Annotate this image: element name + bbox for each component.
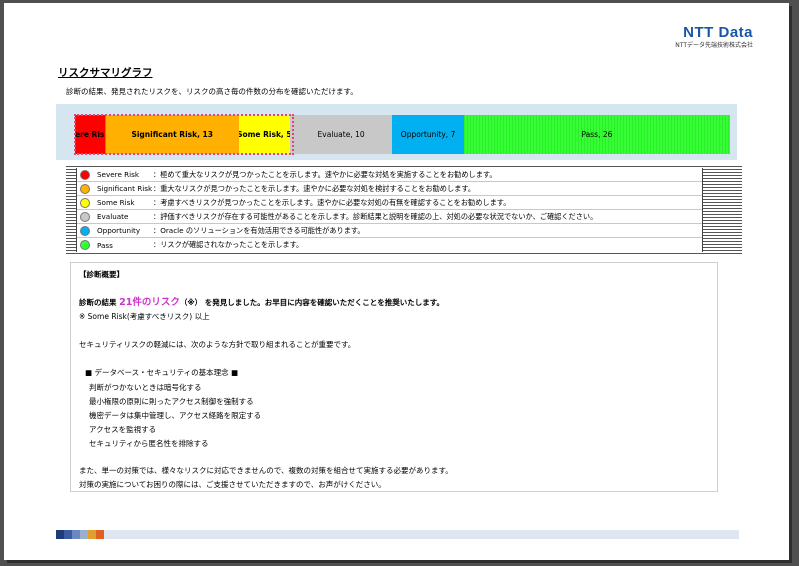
summary-risk-count: 21件のリスク	[119, 297, 180, 308]
risk-legend-table: Severe Risk ：極めて重大なリスクが見つかったことを示します。速やかに必…	[76, 168, 703, 252]
risk-legend: Severe Risk ：極めて重大なリスクが見つかったことを示します。速やかに必…	[66, 166, 742, 254]
bar-segment-pass: Pass, 26	[463, 115, 730, 154]
legend-description: ：考慮すべきリスクが見つかったことを示します。速やかに必要な対処の有無を確認する…	[153, 197, 511, 207]
legend-row-severe: Severe Risk ：極めて重大なリスクが見つかったことを示します。速やかに必…	[77, 168, 702, 182]
legend-name: Severe Risk	[97, 170, 140, 179]
diagnosis-summary-box: 【診断概要】 診断の結果 21件のリスク（※） を発見しました。お早目に内容を確…	[70, 262, 718, 492]
legend-color-dot-icon	[80, 169, 90, 180]
bar-label-opportunity: Opportunity, 7	[400, 130, 456, 139]
footer-color-block	[64, 530, 72, 539]
summary-closing-2: 対策の実施についてお困りの際には、ご支援させていただきますので、お声がけください…	[79, 480, 386, 489]
footer-color-block	[104, 530, 739, 539]
principle-item: 最小権限の原則に則ったアクセス制御を強制する	[89, 397, 254, 406]
company-logo: NTT Data NTTデータ先端技術株式会社	[675, 25, 753, 50]
page-subtitle: 診断の結果、発見されたリスクを、リスクの高さ毎の件数の分布を確認いただけます。	[66, 87, 358, 96]
summary-result-post: を発見しました。お早目に内容を確認いただくことを推奨いたします。	[202, 298, 445, 307]
summary-heading: 【診断概要】	[79, 270, 124, 279]
legend-name: Evaluate	[97, 212, 129, 221]
legend-description: ：極めて重大なリスクが見つかったことを示します。速やかに必要な対処を実施すること…	[153, 169, 497, 179]
bar-segment-opportunity: Opportunity, 7	[392, 115, 464, 154]
summary-intro: セキュリティリスクの軽減には、次のような方針で取り組まれることが重要です。	[79, 340, 356, 349]
bar-label-evaluate: Evaluate, 10	[317, 130, 365, 139]
footer-color-block	[96, 530, 104, 539]
summary-closing-1: また、単一の対策では、様々なリスクに対応できませんので、複数の対策を組合せて実施…	[79, 466, 453, 475]
legend-name: Some Risk	[97, 198, 135, 207]
logo-subtitle: NTTデータ先端技術株式会社	[675, 42, 753, 49]
principle-item: 判断がつかないときは暗号化する	[89, 383, 202, 392]
summary-result: 診断の結果 21件のリスク（※） を発見しました。お早目に内容を確認いただくこと…	[79, 294, 444, 308]
bar-segment-evaluate: Evaluate, 10	[289, 115, 393, 154]
legend-color-dot-icon	[80, 240, 90, 250]
principle-item: 機密データは集中管理し、アクセス経路を限定する	[89, 411, 262, 420]
legend-color-dot-icon	[80, 197, 90, 208]
page-title: リスクサマリグラフ	[58, 67, 153, 79]
risk-summary-chart: Severe Risk, 3 Significant Risk, 13 Some R…	[56, 104, 737, 160]
summary-result-mark: （※）	[179, 298, 203, 307]
report-page: NTT Data NTTデータ先端技術株式会社 リスクサマリグラフ 診断の結果、…	[4, 3, 789, 560]
bar-label-severe: Severe Risk, 3	[75, 130, 105, 139]
bar-label-pass: Pass, 26	[581, 130, 613, 139]
legend-color-dot-icon	[80, 183, 90, 194]
bar-segment-significant: Significant Risk, 13	[105, 115, 239, 154]
footer-color-block	[72, 530, 80, 539]
legend-row-some: Some Risk ：考慮すべきリスクが見つかったことを示します。速やかに必要な対…	[77, 196, 702, 210]
summary-result-pre: 診断の結果	[79, 298, 120, 307]
bar-segment-some: Some Risk, 5	[238, 115, 290, 154]
bar-label-some: Some Risk, 5	[238, 130, 290, 139]
legend-description: ：重大なリスクが見つかったことを示します。速やかに必要な対処を検討することをお勧…	[153, 183, 476, 193]
legend-row-significant: Significant Risk ：重大なリスクが見つかったことを示します。速やか…	[77, 182, 702, 196]
footer-color-block	[56, 530, 64, 539]
legend-description: ：リスクが確認されなかったことを示します。	[153, 240, 304, 249]
legend-name: Pass	[97, 240, 113, 250]
legend-row-pass: Pass ：リスクが確認されなかったことを示します。	[77, 238, 702, 252]
bar-label-significant: Significant Risk, 13	[131, 130, 213, 139]
logo-wordmark: NTT Data	[683, 24, 753, 41]
legend-description: ：評価すべきリスクが存在する可能性があることを示します。診断結果と説明を確認の上…	[153, 211, 598, 221]
principle-item: セキュリティから匿名性を排除する	[89, 439, 209, 448]
summary-note: ※ Some Risk(考慮すべきリスク) 以上	[79, 312, 210, 321]
principles-title: ■ データベース・セキュリティの基本理念 ■	[85, 368, 239, 377]
legend-name: Significant Risk	[97, 184, 153, 193]
footer-color-bar	[56, 530, 739, 539]
legend-color-dot-icon	[80, 225, 90, 236]
legend-name: Opportunity	[97, 226, 141, 235]
footer-color-block	[80, 530, 88, 539]
legend-description: ：Oracle のソリューションを有効活用できる可能性があります。	[153, 225, 365, 235]
legend-color-dot-icon	[80, 211, 90, 222]
legend-row-evaluate: Evaluate ：評価すべきリスクが存在する可能性があることを示します。診断結果…	[77, 210, 702, 224]
principle-item: アクセスを監視する	[89, 425, 157, 434]
bar-segment-severe: Severe Risk, 3	[75, 115, 106, 154]
footer-color-block	[88, 530, 96, 539]
stacked-risk-bar: Severe Risk, 3 Significant Risk, 13 Some R…	[75, 115, 730, 154]
legend-row-opportunity: Opportunity ：Oracle のソリューションを有効活用できる可能性があ…	[77, 224, 702, 238]
